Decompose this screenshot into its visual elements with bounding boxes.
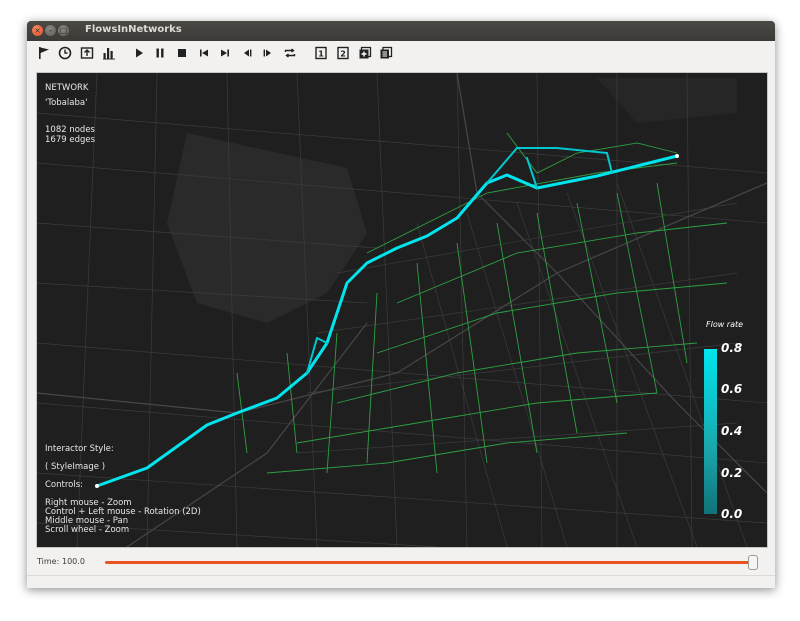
export-icon bbox=[80, 47, 94, 59]
loop-button[interactable] bbox=[281, 44, 299, 62]
clock-button[interactable] bbox=[56, 44, 74, 62]
interactor-style-value: ( StyleImage ) bbox=[45, 462, 106, 472]
flow-end-node bbox=[675, 154, 679, 158]
controls-label: Controls: bbox=[45, 480, 84, 490]
pause-icon bbox=[156, 48, 164, 58]
export-button[interactable] bbox=[78, 44, 96, 62]
control-scroll-wheel: Scroll wheel - Zoom bbox=[45, 525, 130, 535]
skip-start-icon bbox=[200, 49, 208, 57]
flow-start-node bbox=[95, 484, 99, 488]
legend-tick-0-4: 0.4 bbox=[721, 424, 743, 438]
maximize-window-button[interactable]: □ bbox=[58, 25, 69, 36]
legend-tick-0-0: 0.0 bbox=[721, 507, 743, 521]
status-bar bbox=[27, 575, 775, 589]
window-title: FlowsInNetworks bbox=[85, 24, 182, 35]
layers-icon bbox=[380, 46, 393, 59]
skip-end-icon bbox=[221, 49, 229, 57]
legend-tick-0-2: 0.2 bbox=[721, 466, 743, 480]
flag-button[interactable] bbox=[35, 44, 53, 62]
stop-button[interactable] bbox=[173, 44, 191, 62]
minimize-window-button[interactable]: – bbox=[45, 25, 56, 36]
statistics-button[interactable] bbox=[100, 44, 118, 62]
overlay-network-name: 'Tobalaba' bbox=[45, 98, 88, 108]
step-back-button[interactable] bbox=[238, 44, 256, 62]
time-bar: Time: 100.0 bbox=[27, 551, 775, 573]
close-window-button[interactable]: × bbox=[32, 25, 43, 36]
view-2-label: 2 bbox=[340, 50, 346, 59]
view-2-icon: 2 bbox=[337, 46, 349, 60]
time-label: Time: bbox=[37, 557, 60, 566]
time-value: 100.0 bbox=[62, 557, 85, 566]
legend-color-bar bbox=[704, 349, 717, 514]
layers-button[interactable] bbox=[377, 44, 395, 62]
skip-end-button[interactable] bbox=[216, 44, 234, 62]
time-slider-track[interactable] bbox=[105, 561, 753, 564]
add-view-icon bbox=[359, 46, 372, 59]
legend-tick-0-6: 0.6 bbox=[721, 382, 743, 396]
title-bar: × – □ FlowsInNetworks bbox=[27, 21, 775, 41]
flag-icon bbox=[39, 47, 49, 59]
play-button[interactable] bbox=[130, 44, 148, 62]
city-map bbox=[37, 73, 767, 547]
bar-chart-icon bbox=[103, 48, 115, 60]
time-slider-handle[interactable] bbox=[748, 555, 758, 570]
app-window: × – □ FlowsInNetworks 1 2 NETWORK 'Tobal… bbox=[27, 21, 775, 588]
loop-icon bbox=[284, 48, 296, 58]
step-forward-icon bbox=[263, 49, 271, 57]
view-2-button[interactable]: 2 bbox=[334, 44, 352, 62]
view-1-icon: 1 bbox=[315, 46, 327, 60]
add-view-button[interactable] bbox=[356, 44, 374, 62]
overlay-heading: NETWORK bbox=[45, 83, 89, 93]
skip-start-button[interactable] bbox=[195, 44, 213, 62]
step-back-icon bbox=[244, 49, 252, 57]
step-forward-button[interactable] bbox=[259, 44, 277, 62]
clock-icon bbox=[58, 46, 72, 60]
legend-tick-0-8: 0.8 bbox=[721, 341, 743, 355]
pause-button[interactable] bbox=[151, 44, 169, 62]
overlay-node-count: 1082 nodes bbox=[45, 125, 95, 135]
view-1-button[interactable]: 1 bbox=[312, 44, 330, 62]
interactor-style-label: Interactor Style: bbox=[45, 444, 114, 454]
play-icon bbox=[136, 48, 143, 58]
view-1-label: 1 bbox=[318, 50, 324, 59]
stop-icon bbox=[178, 49, 186, 57]
toolbar: 1 2 bbox=[27, 41, 775, 65]
network-map-view[interactable]: NETWORK 'Tobalaba' 1082 nodes 1679 edges… bbox=[36, 72, 768, 548]
legend-title: Flow rate bbox=[706, 320, 744, 329]
overlay-edge-count: 1679 edges bbox=[45, 135, 96, 145]
